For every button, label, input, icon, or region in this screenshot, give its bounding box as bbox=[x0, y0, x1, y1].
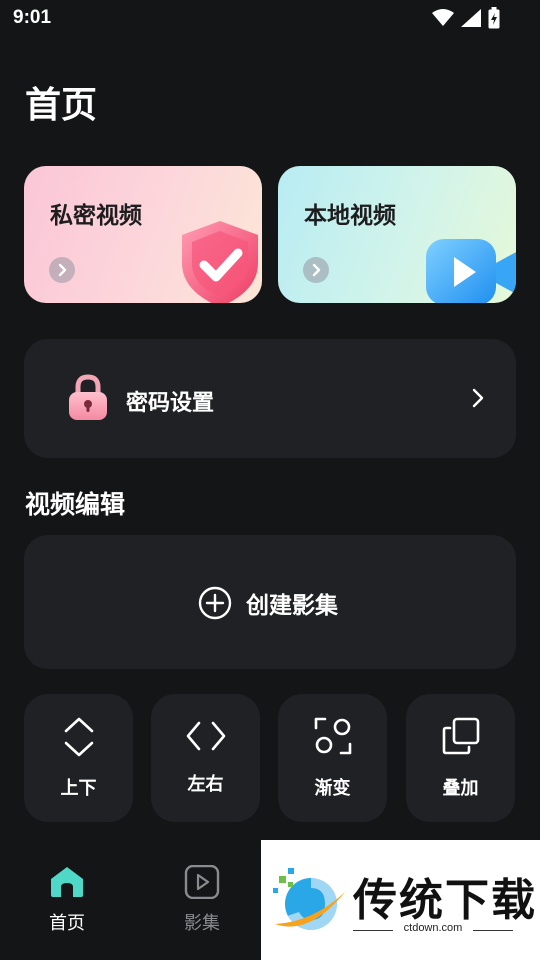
tool-up-down[interactable]: 上下 bbox=[24, 694, 133, 822]
shield-check-icon bbox=[182, 221, 258, 303]
password-settings-row[interactable]: 密码设置 bbox=[24, 339, 516, 458]
local-video-card[interactable]: 本地视频 bbox=[278, 166, 516, 303]
battery-icon bbox=[488, 7, 500, 29]
page-title: 首页 bbox=[25, 85, 98, 126]
video-edit-title: 视频编辑 bbox=[25, 490, 126, 519]
nav-item-home[interactable]: 首页 bbox=[27, 865, 107, 935]
status-bar: 9:01 bbox=[0, 0, 540, 36]
tool-overlay[interactable]: 叠加 bbox=[406, 694, 515, 822]
status-time: 9:01 bbox=[13, 7, 52, 28]
nav-home-label: 首页 bbox=[49, 913, 85, 934]
lock-icon bbox=[69, 374, 107, 420]
video-camera-icon bbox=[426, 239, 516, 303]
private-video-card[interactable]: 私密视频 bbox=[24, 166, 262, 303]
home-icon bbox=[51, 867, 83, 897]
watermark-text: 传统下载 bbox=[353, 875, 537, 926]
password-settings-label: 密码设置 bbox=[126, 391, 215, 416]
cell-signal-icon bbox=[461, 9, 481, 27]
gradient-icon bbox=[314, 717, 351, 755]
chevron-right-icon[interactable] bbox=[49, 257, 75, 283]
nav-item-album[interactable]: 影集 bbox=[162, 864, 242, 935]
chevron-right-icon[interactable] bbox=[303, 257, 329, 283]
watermark-url: ctdown.com bbox=[403, 922, 463, 934]
nav-album-label: 影集 bbox=[184, 913, 220, 934]
tool-left-right[interactable]: 左右 bbox=[151, 694, 260, 822]
watermark-rule-right bbox=[473, 930, 513, 931]
status-icons bbox=[432, 7, 500, 29]
local-video-label: 本地视频 bbox=[304, 203, 396, 229]
private-video-label: 私密视频 bbox=[50, 203, 142, 229]
create-album-button[interactable]: 创建影集 bbox=[24, 535, 516, 669]
tool-overlay-label: 叠加 bbox=[442, 778, 479, 799]
left-right-icon bbox=[186, 721, 225, 751]
plus-circle-icon bbox=[198, 586, 232, 620]
chevron-right-icon bbox=[472, 388, 484, 408]
play-square-icon bbox=[184, 864, 220, 900]
up-down-icon bbox=[64, 717, 93, 757]
tool-left-right-label: 左右 bbox=[187, 774, 224, 795]
watermark-logo: 传统下载 ctdown.com bbox=[261, 840, 540, 960]
overlay-icon bbox=[442, 717, 479, 755]
tool-gradient[interactable]: 渐变 bbox=[278, 694, 387, 822]
tool-gradient-label: 渐变 bbox=[314, 778, 351, 799]
tool-up-down-label: 上下 bbox=[60, 778, 97, 799]
create-album-label: 创建影集 bbox=[246, 593, 338, 619]
wifi-icon bbox=[432, 9, 454, 26]
ctdown-logo-icon bbox=[273, 868, 345, 930]
